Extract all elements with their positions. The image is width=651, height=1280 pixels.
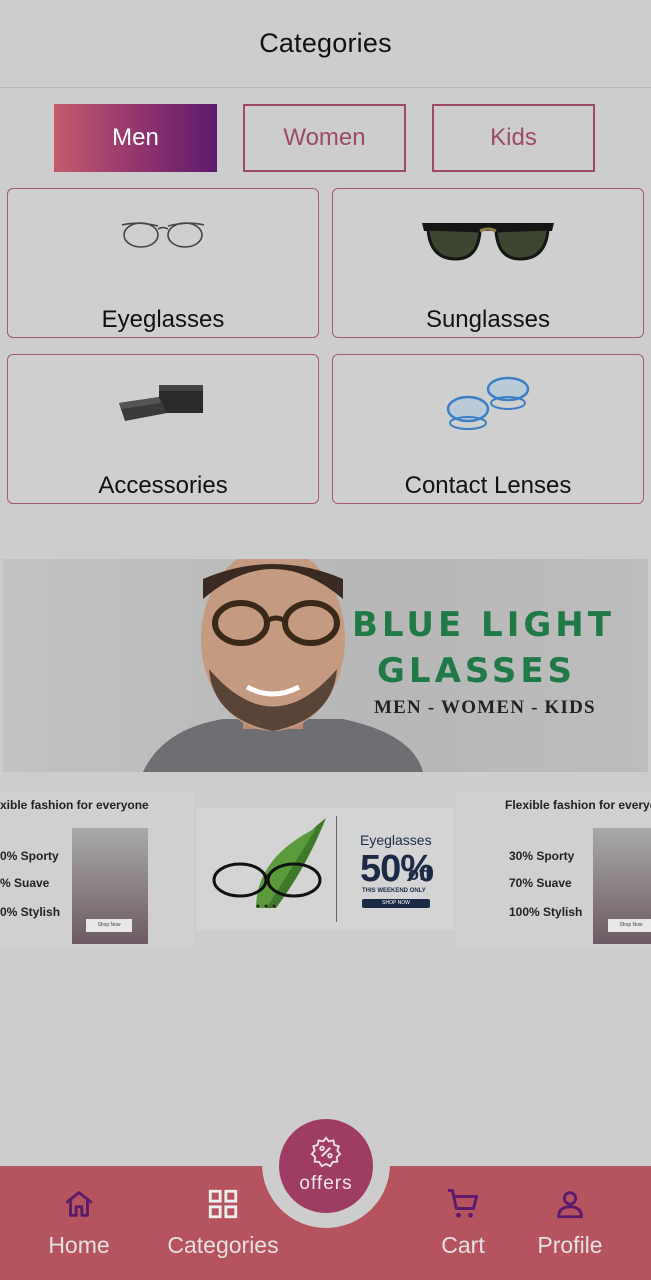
promo-row: 30% Sporty — [509, 849, 575, 863]
categories-icon — [208, 1189, 238, 1219]
nav-label: Cart — [441, 1232, 485, 1258]
promo-weekend: THIS WEEKEND ONLY — [362, 888, 426, 894]
offers-label: offers — [299, 1173, 353, 1194]
tab-men[interactable]: Men — [54, 104, 217, 172]
promo-title: Eyeglasses — [360, 832, 432, 848]
nav-categories[interactable]: Categories — [158, 1184, 288, 1259]
category-card-eyeglasses[interactable]: Eyeglasses — [7, 188, 319, 338]
offers-button[interactable]: offers — [279, 1119, 373, 1213]
promo-row: % Suave — [0, 876, 50, 890]
category-card-accessories[interactable]: Accessories — [7, 354, 319, 504]
accessories-icon — [119, 385, 203, 421]
sunglasses-icon — [422, 223, 554, 261]
nav-label: Profile — [537, 1232, 603, 1258]
category-label: Accessories — [98, 472, 228, 499]
category-label: Sunglasses — [425, 306, 551, 333]
tab-kids[interactable]: Kids — [432, 104, 595, 172]
promo-card-eyeglasses-50[interactable]: Eyeglasses 50% off THIS WEEKEND ONLY SHO… — [196, 808, 454, 930]
shop-now-button[interactable]: Shop Now — [86, 919, 132, 932]
category-card-sunglasses[interactable]: Sunglasses — [332, 188, 644, 338]
category-label: Eyeglasses — [101, 306, 225, 333]
promo-row: 0% Stylish — [0, 905, 61, 919]
cart-icon — [448, 1189, 478, 1218]
shop-now-button[interactable]: SHOP NOW — [362, 899, 430, 908]
promo-row: 70% Suave — [509, 876, 572, 890]
banner-headline: BLUE LIGHT — [352, 605, 615, 645]
nav-label: Home — [48, 1232, 110, 1258]
profile-icon — [557, 1191, 583, 1219]
gender-tabs: Men Women Kids — [54, 104, 595, 172]
discount-badge-icon — [310, 1136, 342, 1168]
leaf-glasses-image — [212, 818, 326, 908]
top-bar: Categories — [0, 0, 651, 88]
promo-heading: Flexible fashion for everyo — [505, 798, 651, 812]
category-label: Contact Lenses — [404, 472, 572, 499]
contact-lenses-icon — [446, 376, 530, 430]
promo-row: 100% Stylish — [509, 905, 583, 919]
banner-subline: MEN - WOMEN - KIDS — [374, 697, 596, 718]
shop-now-button[interactable]: Shop Now — [608, 919, 651, 932]
tab-women[interactable]: Women — [243, 104, 406, 172]
promo-divider — [336, 816, 337, 922]
promo-heading: xible fashion for everyone — [0, 798, 149, 812]
nav-home[interactable]: Home — [44, 1184, 114, 1259]
promo-banner-blue-light[interactable]: BLUE LIGHT GLASSES MEN - WOMEN - KIDS — [3, 559, 648, 772]
nav-label: Categories — [167, 1232, 279, 1258]
promo-row: 0% Sporty — [0, 849, 59, 863]
promo-card-right[interactable]: Flexible fashion for everyo 30% Sporty 7… — [456, 792, 651, 948]
home-icon — [65, 1191, 93, 1217]
promo-off: off — [408, 864, 431, 884]
category-card-contact-lenses[interactable]: Contact Lenses — [332, 354, 644, 504]
nav-profile[interactable]: Profile — [533, 1184, 607, 1259]
banner-headline-2: GLASSES — [377, 651, 577, 691]
promo-card-left[interactable]: xible fashion for everyone 0% Sporty % S… — [0, 792, 194, 948]
nav-cart[interactable]: Cart — [434, 1184, 492, 1259]
page-title: Categories — [259, 28, 392, 58]
eyeglasses-icon — [121, 222, 205, 248]
